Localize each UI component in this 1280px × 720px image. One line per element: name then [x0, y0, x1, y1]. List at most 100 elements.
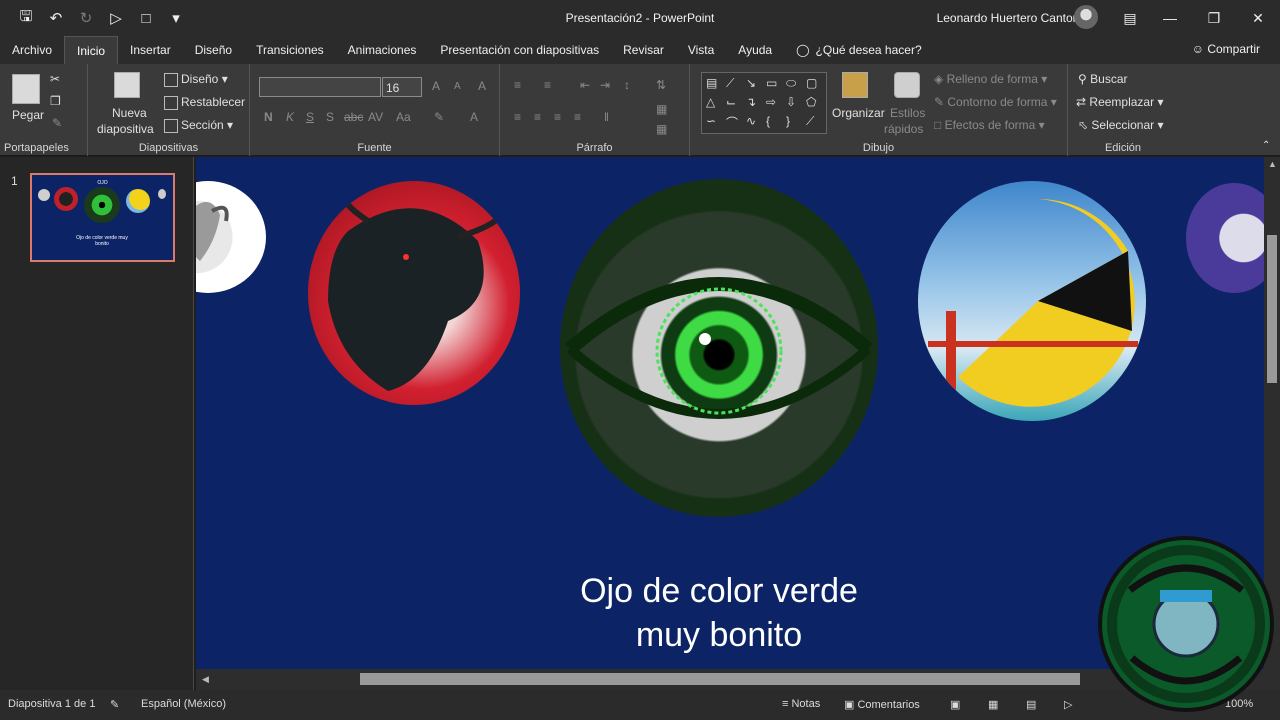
underline-button[interactable]: S	[306, 110, 314, 124]
replace-button[interactable]: ⇄ Reemplazar ▾	[1076, 95, 1163, 109]
elbow-arrow-icon[interactable]: ↴	[746, 95, 756, 109]
tab-presentacion[interactable]: Presentación con diapositivas	[428, 36, 611, 64]
arrange-icon[interactable]	[842, 72, 868, 98]
justify-icon[interactable]: ≡	[574, 110, 581, 124]
stormtrooper-image[interactable]	[1186, 183, 1264, 293]
minimize-icon[interactable]: —	[1148, 0, 1192, 36]
tab-inicio[interactable]: Inicio	[64, 36, 119, 64]
new-document-icon[interactable]: □	[134, 6, 158, 30]
slide-caption[interactable]: Ojo de color verde muy bonito	[496, 569, 942, 657]
quick-styles-icon[interactable]	[894, 72, 920, 98]
elbow-connector-icon[interactable]: ⌙	[726, 95, 736, 109]
left-brace-icon[interactable]: {	[766, 114, 770, 128]
tab-transiciones[interactable]: Transiciones	[244, 36, 336, 64]
change-case-button[interactable]: Aa	[396, 110, 411, 124]
slideshow-icon[interactable]: ▷	[1064, 698, 1072, 711]
find-button[interactable]: ⚲ Buscar	[1078, 72, 1128, 86]
tab-animaciones[interactable]: Animaciones	[336, 36, 429, 64]
italic-button[interactable]: K	[286, 110, 294, 124]
align-center-icon[interactable]: ≡	[534, 110, 541, 124]
shape-fill-button[interactable]: ◈ Relleno de forma ▾	[934, 72, 1047, 86]
align-left-icon[interactable]: ≡	[514, 110, 521, 124]
clear-format-button[interactable]: A	[478, 79, 486, 93]
copy-icon[interactable]: ❐	[50, 94, 61, 108]
reading-view-icon[interactable]: ▤	[1026, 698, 1036, 711]
quick-styles-label-1[interactable]: Estilos	[890, 106, 925, 120]
tab-vista[interactable]: Vista	[676, 36, 726, 64]
wave-shape-icon[interactable]: ∿	[746, 114, 756, 128]
horizontal-scrollbar[interactable]: ◀	[196, 669, 1264, 690]
tab-ayuda[interactable]: Ayuda	[726, 36, 784, 64]
shape-outline-button[interactable]: ✎ Contorno de forma ▾	[934, 95, 1057, 109]
font-size-dropdown[interactable]: 16	[382, 77, 422, 97]
line-shape-icon[interactable]: ⟋	[726, 76, 734, 91]
start-presentation-icon[interactable]: ▷	[104, 6, 128, 30]
language-indicator[interactable]: Español (México)	[141, 698, 226, 710]
format-painter-icon[interactable]: ✎	[52, 116, 62, 130]
triangle-shape-icon[interactable]: △	[706, 95, 715, 109]
section-button[interactable]: Sección ▾	[164, 118, 233, 133]
paste-button[interactable]: Pegar	[12, 108, 44, 122]
vertical-scroll-thumb[interactable]	[1267, 235, 1277, 383]
arc-shape-icon[interactable]: ⌒	[726, 114, 738, 131]
strikethrough-button[interactable]: abc	[344, 110, 363, 124]
columns-icon[interactable]: ‖	[604, 110, 609, 124]
select-button[interactable]: ⬁ Seleccionar ▾	[1078, 118, 1163, 132]
avatar[interactable]	[1074, 5, 1098, 29]
redo-icon[interactable]: ↻	[74, 6, 98, 30]
user-name[interactable]: Leonardo Huertero Cantoran	[937, 11, 1090, 25]
black-bull-image[interactable]	[308, 181, 520, 405]
text-direction-icon[interactable]: ⇅	[656, 78, 666, 92]
highlight-icon[interactable]: ✎	[434, 110, 444, 124]
diagonal-line-icon[interactable]: ⟋	[806, 114, 814, 129]
shadow-button[interactable]: S	[326, 110, 334, 124]
align-text-icon[interactable]: ▦	[656, 102, 667, 116]
collapse-ribbon-icon[interactable]: ⌃	[1262, 140, 1270, 151]
normal-view-icon[interactable]: ▣	[950, 698, 960, 711]
quick-styles-label-2[interactable]: rápidos	[884, 122, 923, 136]
white-bull-image[interactable]	[196, 181, 266, 293]
share-button[interactable]: ☺ Compartir	[1192, 42, 1260, 56]
arrow-line-shape-icon[interactable]: ↘	[746, 76, 756, 90]
save-icon[interactable]: 🖫	[14, 6, 38, 30]
slide-thumbnail[interactable]: OJO Ojo de color verde muy bonito	[30, 173, 175, 262]
restore-icon[interactable]: ❐	[1192, 0, 1236, 36]
increase-indent-icon[interactable]: ⇥	[600, 78, 610, 92]
new-slide-icon[interactable]	[114, 72, 140, 98]
ribbon-display-options-icon[interactable]: ▤	[1108, 0, 1152, 36]
line-spacing-icon[interactable]: ↕	[624, 78, 630, 92]
rectangle-shape-icon[interactable]: ▭	[766, 76, 777, 90]
scroll-up-icon[interactable]: ▲	[1268, 159, 1277, 169]
new-slide-label-1[interactable]: Nueva	[112, 106, 147, 120]
rounded-rect-shape-icon[interactable]: ▢	[806, 76, 817, 90]
customize-toolbar-icon[interactable]: ▾	[164, 6, 188, 30]
oval-shape-icon[interactable]: ⬭	[786, 76, 796, 91]
textbox-shape-icon[interactable]: ▤	[706, 76, 717, 90]
layout-button[interactable]: Diseño ▾	[164, 72, 228, 87]
comments-button[interactable]: ▣ Comentarios	[844, 698, 920, 711]
green-eye-image[interactable]	[560, 179, 878, 517]
shapes-gallery[interactable]: ▤ ⟋ ↘ ▭ ⬭ ▢ △ ⌙ ↴ ⇨ ⇩ ⬠ ∽ ⌒ ∿ { } ⟋	[701, 72, 827, 134]
font-color-button[interactable]: A	[470, 110, 478, 124]
align-right-icon[interactable]: ≡	[554, 110, 561, 124]
pentagon-shape-icon[interactable]: ⬠	[806, 95, 816, 109]
curve-shape-icon[interactable]: ∽	[706, 114, 716, 128]
smartart-icon[interactable]: ▦	[656, 122, 667, 136]
down-arrow-shape-icon[interactable]: ⇩	[786, 95, 796, 109]
tab-revisar[interactable]: Revisar	[611, 36, 676, 64]
close-icon[interactable]: ✕	[1236, 0, 1280, 36]
horizontal-scroll-thumb[interactable]	[360, 673, 1080, 685]
bold-button[interactable]: N	[264, 110, 273, 124]
paste-icon[interactable]	[12, 74, 40, 104]
grow-font-button[interactable]: A	[432, 79, 440, 93]
tab-diseno[interactable]: Diseño	[183, 36, 244, 64]
right-brace-icon[interactable]: }	[786, 114, 790, 128]
tab-insertar[interactable]: Insertar	[118, 36, 183, 64]
bullets-icon[interactable]: ≡	[514, 78, 521, 92]
shape-effects-button[interactable]: □ Efectos de forma ▾	[934, 118, 1045, 132]
notes-button[interactable]: ≡ Notas	[782, 698, 820, 710]
slide-sorter-icon[interactable]: ▦	[988, 698, 998, 711]
reset-button[interactable]: Restablecer	[164, 95, 245, 110]
shrink-font-button[interactable]: A	[454, 81, 461, 92]
char-spacing-button[interactable]: AV	[368, 110, 383, 124]
